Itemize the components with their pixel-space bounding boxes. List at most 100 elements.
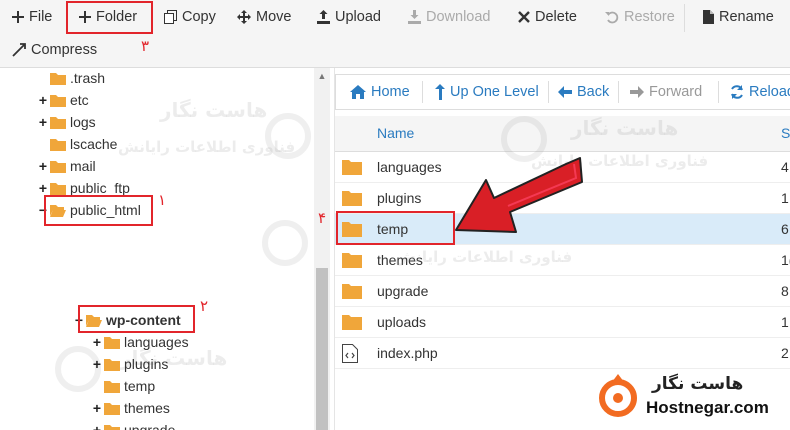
tree-item[interactable]: + languages: [92, 332, 189, 352]
tree-item-label: logs: [70, 114, 96, 130]
nav-divider: [618, 81, 619, 103]
watermark-logo: [262, 220, 308, 266]
new-file-button[interactable]: File: [12, 2, 52, 32]
table-header: Name S: [335, 116, 790, 152]
file-name: plugins: [377, 190, 422, 206]
folder-icon: [104, 424, 120, 430]
folder-icon: [104, 402, 120, 415]
expand-icon[interactable]: +: [92, 400, 102, 416]
tree-scrollbar[interactable]: ▲: [314, 68, 330, 430]
table-row[interactable]: upgrade 8!: [335, 276, 790, 307]
back-label: Back: [577, 84, 610, 100]
tree-item-label: lscache: [70, 136, 118, 152]
restore-label: Restore: [624, 9, 675, 25]
file-name: uploads: [377, 314, 427, 330]
file-size: 6: [781, 221, 789, 237]
tree-item-label: upgrade: [124, 422, 176, 430]
reload-button[interactable]: Reload: [730, 75, 790, 109]
table-row[interactable]: index.php 2!: [335, 338, 790, 369]
arrow-left-icon: [558, 86, 572, 98]
home-button[interactable]: Home: [350, 75, 410, 109]
size-column-header[interactable]: S: [781, 125, 790, 141]
back-button[interactable]: Back: [558, 75, 609, 109]
folder-icon: [50, 72, 66, 85]
expand-icon[interactable]: +: [38, 92, 48, 108]
level-up-icon: [435, 84, 445, 100]
upload-icon: [317, 10, 330, 24]
folder-icon: [342, 315, 362, 330]
move-icon: [237, 10, 251, 24]
scroll-thumb[interactable]: [316, 268, 328, 430]
tree-item[interactable]: lscache: [38, 134, 117, 154]
move-label: Move: [256, 9, 292, 25]
compress-label: Compress: [31, 42, 98, 58]
copy-label: Copy: [182, 9, 216, 25]
copy-button[interactable]: Copy: [164, 2, 216, 32]
folder-icon: [342, 191, 362, 206]
compress-button[interactable]: Compress: [12, 35, 97, 65]
up-one-level-button[interactable]: Up One Level: [434, 75, 539, 109]
table-row[interactable]: uploads 1!: [335, 307, 790, 338]
file-name: languages: [377, 159, 442, 175]
navigation-bar: Home Up One Level Back Forward Reload: [335, 74, 790, 110]
tree-item[interactable]: + upgrade: [92, 420, 175, 430]
watermark-title: هاست نگار: [160, 98, 268, 122]
tree-item[interactable]: .trash: [38, 68, 105, 88]
brand-logo: هاست نگار Hostnegar.com: [592, 370, 790, 430]
delete-button[interactable]: Delete: [518, 2, 577, 32]
tree-item[interactable]: temp: [92, 376, 155, 396]
annotation-box-folder: [66, 1, 153, 34]
name-column-header[interactable]: Name: [377, 125, 414, 141]
tree-item[interactable]: + etc: [38, 90, 89, 110]
tree-item-label: themes: [124, 400, 170, 416]
tree-item[interactable]: + logs: [38, 112, 96, 132]
folder-icon: [50, 116, 66, 129]
folder-icon: [342, 160, 362, 175]
tree-item[interactable]: + plugins: [92, 354, 168, 374]
tree-item-label: plugins: [124, 356, 169, 372]
tree-item-label: mail: [70, 158, 96, 174]
download-button[interactable]: Download: [408, 2, 491, 32]
download-label: Download: [426, 9, 491, 25]
expand-icon[interactable]: +: [92, 356, 102, 372]
expand-icon[interactable]: +: [92, 422, 102, 430]
close-icon: [518, 11, 530, 23]
folder-icon: [342, 253, 362, 268]
tree-item[interactable]: + themes: [92, 398, 170, 418]
folder-icon: [104, 380, 120, 393]
expand-icon[interactable]: +: [38, 158, 48, 174]
expand-icon[interactable]: +: [38, 180, 48, 196]
folder-icon: [104, 358, 120, 371]
tree-item[interactable]: + mail: [38, 156, 96, 176]
toolbar-divider: [684, 4, 685, 32]
code-file-icon: [342, 344, 358, 363]
copy-icon: [164, 10, 177, 24]
scroll-up-icon[interactable]: ▲: [314, 70, 330, 82]
folder-icon: [104, 336, 120, 349]
expand-icon[interactable]: +: [38, 114, 48, 130]
nav-divider: [718, 81, 719, 103]
logo-persian-text: هاست نگار: [652, 374, 744, 394]
forward-button[interactable]: Forward: [630, 75, 702, 109]
watermark-title: هاست نگار: [571, 116, 679, 140]
move-button[interactable]: Move: [237, 2, 291, 32]
upload-button[interactable]: Upload: [317, 2, 381, 32]
rename-button[interactable]: Rename: [703, 2, 774, 32]
hostnegar-logo-icon: [599, 374, 637, 417]
restore-button[interactable]: Restore: [605, 2, 675, 32]
reload-icon: [731, 85, 743, 99]
reload-label: Reload: [749, 84, 790, 100]
folder-icon: [50, 160, 66, 173]
tree-item-label: languages: [124, 334, 189, 350]
tree-item-label: etc: [70, 92, 89, 108]
download-icon: [408, 10, 421, 24]
expand-icon[interactable]: +: [92, 334, 102, 350]
folder-icon: [342, 284, 362, 299]
compress-icon: [12, 43, 26, 57]
annotation-box-wp-content: [78, 305, 195, 333]
folder-icon: [50, 94, 66, 107]
delete-label: Delete: [535, 9, 577, 25]
annotation-box-public-html: [44, 195, 153, 226]
file-size: 8!: [781, 283, 790, 299]
upload-label: Upload: [335, 9, 381, 25]
